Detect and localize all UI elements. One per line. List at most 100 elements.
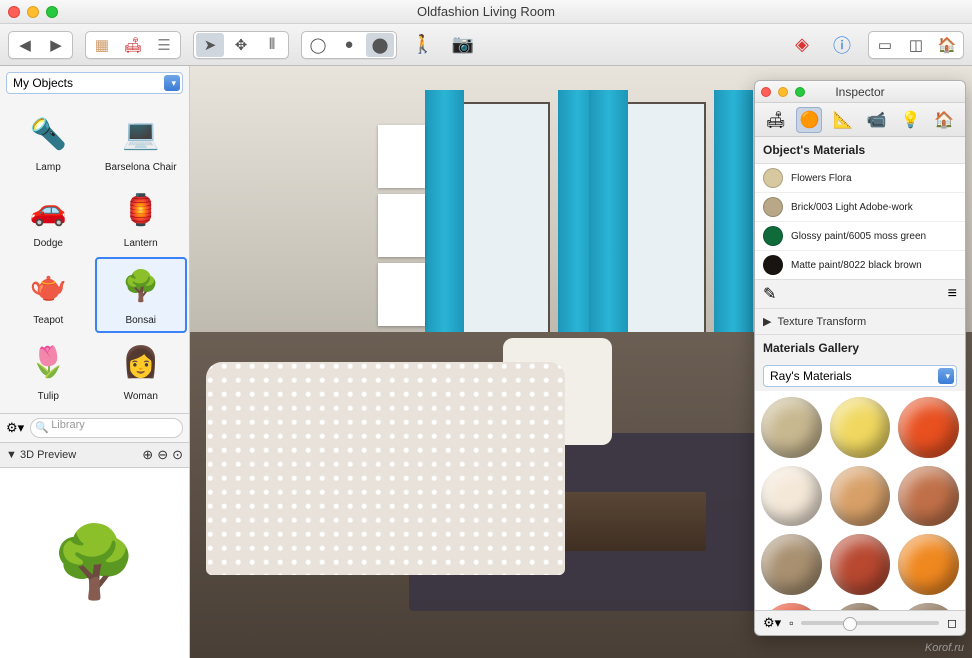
material-sphere[interactable] xyxy=(761,397,822,458)
material-sphere[interactable] xyxy=(830,534,891,595)
object-item[interactable]: 🌳 Bonsai xyxy=(95,257,188,333)
minimize-button[interactable] xyxy=(27,6,39,18)
object-item[interactable]: 🏮 Lantern xyxy=(95,180,188,256)
object-label: Lantern xyxy=(124,238,158,249)
gallery-dropdown[interactable]: Ray's Materials ▾ xyxy=(763,365,957,387)
object-label: Barselona Chair xyxy=(105,162,177,173)
material-swatch xyxy=(763,226,783,246)
circle-outline-icon[interactable]: ◯ xyxy=(304,33,332,57)
material-sphere[interactable] xyxy=(898,397,959,458)
room-sofa-left xyxy=(206,362,566,575)
tab-light-icon[interactable]: 💡 xyxy=(897,107,923,133)
material-sphere[interactable] xyxy=(898,534,959,595)
info-icon[interactable]: ⓘ xyxy=(828,33,856,57)
texture-transform-disclosure[interactable]: ▶ Texture Transform xyxy=(755,309,965,335)
material-sphere[interactable] xyxy=(830,466,891,527)
maximize-button[interactable] xyxy=(46,6,58,18)
material-swatch xyxy=(763,255,783,275)
minimize-button[interactable] xyxy=(778,87,788,97)
pointer-icon[interactable]: ➤ xyxy=(196,33,224,57)
back-button[interactable]: ◀ xyxy=(11,33,39,57)
measure-icon[interactable]: ⦀ xyxy=(258,33,286,57)
gear-icon[interactable]: ⚙︎▾ xyxy=(763,615,781,631)
close-button[interactable] xyxy=(8,6,20,18)
materials-header: Object's Materials xyxy=(755,137,965,163)
object-item[interactable]: 💻 Barselona Chair xyxy=(95,104,188,180)
material-sphere[interactable] xyxy=(761,466,822,527)
camera-icon[interactable]: 📷 xyxy=(449,33,477,57)
list-icon[interactable]: ☰ xyxy=(150,33,178,57)
tab-camera-icon[interactable]: 📹 xyxy=(864,107,890,133)
material-sphere[interactable] xyxy=(898,466,959,527)
layout-2d-icon[interactable]: ▭ xyxy=(871,33,899,57)
floor-plan-icon[interactable]: ▦ xyxy=(88,33,116,57)
inspector-titlebar[interactable]: Inspector xyxy=(755,81,965,103)
furniture-icon[interactable]: 🛋 xyxy=(119,33,147,57)
maximize-button[interactable] xyxy=(795,87,805,97)
material-sphere[interactable] xyxy=(830,603,891,610)
object-label: Lamp xyxy=(36,162,61,173)
thumb-large-icon[interactable]: ◻ xyxy=(947,616,957,630)
thumb-small-icon[interactable]: ▫ xyxy=(789,616,793,630)
zoom-out-icon[interactable]: ⊖ xyxy=(157,447,168,463)
objects-category-dropdown[interactable]: My Objects ▾ xyxy=(6,72,183,94)
material-sphere[interactable] xyxy=(761,534,822,595)
room-curtain xyxy=(425,90,464,374)
object-thumbnail: 🌳 xyxy=(111,261,171,313)
layout-split-icon[interactable]: ◫ xyxy=(902,33,930,57)
window-title: Oldfashion Living Room xyxy=(0,4,972,19)
eyedropper-icon[interactable]: ✎ xyxy=(763,284,776,304)
main-toolbar: ◀ ▶ ▦ 🛋 ☰ ➤ ✥ ⦀ ◯ ● ⬤ 🚶 📷 ◈ ⓘ ▭ ◫ 🏠 xyxy=(0,24,972,66)
materials-list: Flowers Flora Brick/003 Light Adobe-work… xyxy=(755,163,965,280)
tab-furniture-icon[interactable]: 🛋 xyxy=(763,107,789,133)
circle-small-icon[interactable]: ● xyxy=(335,33,363,57)
thumbnail-size-slider[interactable] xyxy=(801,621,939,625)
dropdown-value: Ray's Materials xyxy=(770,369,852,383)
library-search-input[interactable]: Library xyxy=(30,418,183,438)
object-item[interactable]: 🌷 Tulip xyxy=(2,333,95,409)
object-item[interactable]: 🫖 Teapot xyxy=(2,257,95,333)
object-item[interactable]: 🔦 Lamp xyxy=(2,104,95,180)
object-item[interactable]: 👩 Woman xyxy=(95,333,188,409)
material-row[interactable]: Brick/003 Light Adobe-work xyxy=(755,193,965,222)
material-sphere[interactable] xyxy=(898,603,959,610)
materials-gallery-grid xyxy=(755,391,965,610)
zoom-fit-icon[interactable]: ⊙ xyxy=(172,447,183,463)
material-sphere[interactable] xyxy=(830,397,891,458)
forward-button[interactable]: ▶ xyxy=(42,33,70,57)
circle-fill-icon[interactable]: ⬤ xyxy=(366,33,394,57)
gear-icon[interactable]: ⚙︎▾ xyxy=(6,420,24,436)
nav-group: ◀ ▶ xyxy=(8,31,73,59)
tab-material-icon[interactable]: 🟠 xyxy=(796,107,822,133)
tab-ruler-icon[interactable]: 📐 xyxy=(830,107,856,133)
material-name: Matte paint/8022 black brown xyxy=(791,260,922,271)
object-thumbnail: 🚗 xyxy=(18,184,78,236)
preview-disclosure[interactable]: ▼ 3D Preview xyxy=(6,449,76,461)
close-button[interactable] xyxy=(761,87,771,97)
tab-house-icon[interactable]: 🏠 xyxy=(931,107,957,133)
material-name: Glossy paint/6005 moss green xyxy=(791,231,926,242)
object-thumbnail: 💻 xyxy=(111,108,171,160)
material-row[interactable]: Matte paint/8022 black brown xyxy=(755,251,965,279)
gallery-header: Materials Gallery xyxy=(755,335,965,361)
material-row[interactable]: Glossy paint/6005 moss green xyxy=(755,222,965,251)
object-item[interactable]: 🚗 Dodge xyxy=(2,180,95,256)
object-thumbnail: 🫖 xyxy=(18,261,78,313)
material-sphere[interactable] xyxy=(761,603,822,610)
object-label: Woman xyxy=(124,391,158,402)
pan-icon[interactable]: ✥ xyxy=(227,33,255,57)
object-thumbnail: 👩 xyxy=(111,337,171,389)
objects-grid: 🔦 Lamp💻 Barselona Chair🚗 Dodge🏮 Lantern🫖… xyxy=(0,100,189,413)
walk-icon[interactable]: 🚶 xyxy=(409,33,437,57)
materials-tools: ✎ ≡ xyxy=(755,280,965,309)
home-icon[interactable]: 🏠 xyxy=(933,33,961,57)
render-icon[interactable]: ◈ xyxy=(788,33,816,57)
room-curtain xyxy=(714,90,753,374)
zoom-in-icon[interactable]: ⊕ xyxy=(142,447,153,463)
chevron-down-icon: ▾ xyxy=(171,78,176,89)
preview-3d-viewport[interactable]: 🌳 xyxy=(0,468,189,658)
menu-icon[interactable]: ≡ xyxy=(948,285,957,303)
material-name: Flowers Flora xyxy=(791,173,852,184)
material-row[interactable]: Flowers Flora xyxy=(755,164,965,193)
preview-object: 🌳 xyxy=(51,522,138,604)
